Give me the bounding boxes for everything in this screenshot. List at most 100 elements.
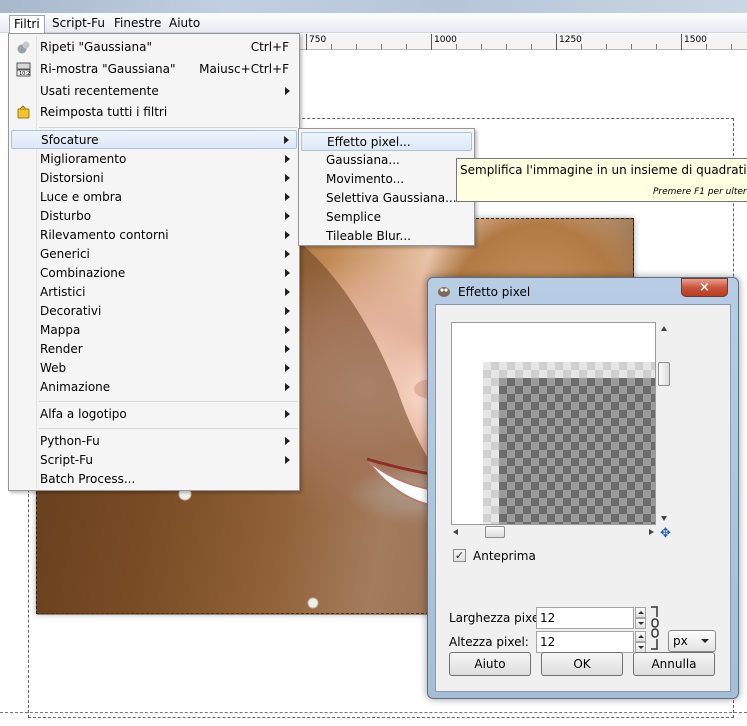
spin-up-icon[interactable] <box>635 631 646 642</box>
scroll-up-icon[interactable] <box>661 326 667 331</box>
menu-item-label: Decorativi <box>40 304 102 318</box>
menu-item-web[interactable]: Web <box>11 359 297 378</box>
ruler-tick <box>606 44 607 49</box>
submenu-arrow-icon <box>285 456 290 464</box>
submenu-item-motion[interactable]: Movimento... <box>301 170 472 189</box>
menu-item-sfocature[interactable]: Sfocature <box>11 130 297 149</box>
menu-item-label: Miglioramento <box>40 152 127 166</box>
submenu-item-label: Selettiva Gaussiana... <box>326 191 457 205</box>
submenu-item-gaussian[interactable]: Gaussiana... <box>301 151 472 170</box>
navigate-icon[interactable]: ✥ <box>660 527 673 540</box>
menu-item-combinazione[interactable]: Combinazione <box>11 264 297 283</box>
submenu-arrow-icon <box>285 345 290 353</box>
preview-vertical-scrollbar[interactable] <box>658 322 671 525</box>
menu-separator <box>39 428 297 429</box>
menu-item-miglioramento[interactable]: Miglioramento <box>11 150 297 169</box>
menu-item-recent[interactable]: Usati recentemente <box>11 82 297 101</box>
menu-item-label: Generici <box>40 247 90 261</box>
menu-item-label: Mappa <box>40 323 81 337</box>
spin-down-icon[interactable] <box>635 618 646 629</box>
menu-item-animazione[interactable]: Animazione <box>11 378 297 397</box>
scroll-right-icon[interactable] <box>649 529 654 535</box>
submenu-arrow-icon <box>285 307 290 315</box>
menu-item-rilevamento-contorni[interactable]: Rilevamento contorni <box>11 226 297 245</box>
height-spinner[interactable] <box>635 631 646 653</box>
submenu-arrow-icon <box>285 155 290 163</box>
ok-button[interactable]: OK <box>541 652 623 676</box>
svg-text:10:2: 10:2 <box>19 71 30 77</box>
menu-filtri[interactable]: Filtri <box>9 15 45 34</box>
submenu-arrow-icon <box>285 437 290 445</box>
ruler-tick <box>706 44 707 49</box>
submenu-item-selective-gaussian[interactable]: Selettiva Gaussiana... <box>301 189 472 208</box>
ruler-tick <box>381 44 382 49</box>
horizontal-ruler: 750 1000 1250 1500 <box>300 34 747 50</box>
menu-item-label: Script-Fu <box>40 453 93 467</box>
width-label: Larghezza pixel: <box>449 611 547 625</box>
submenu-arrow-icon <box>285 212 290 220</box>
blur-submenu: Effetto pixel... Gaussiana... Movimento.… <box>298 128 475 246</box>
menu-item-label: Distorsioni <box>40 171 104 185</box>
menu-script-fu[interactable]: Script-Fu <box>48 15 109 32</box>
menu-item-repeat-filter[interactable]: Ripeti "Gaussiana" Ctrl+F <box>11 38 297 57</box>
menu-item-alfa-a-logotipo[interactable]: Alfa a logotipo <box>11 405 297 424</box>
scroll-thumb[interactable] <box>658 362 670 386</box>
menu-item-generici[interactable]: Generici <box>11 245 297 264</box>
height-field[interactable]: 12 <box>536 631 634 653</box>
scroll-left-icon[interactable] <box>453 529 458 535</box>
tooltip: Semplifica l'immagine in un insieme di q… <box>456 158 747 202</box>
spin-up-icon[interactable] <box>635 607 646 618</box>
submenu-item-simple[interactable]: Semplice <box>301 208 472 227</box>
filters-menu: Ripeti "Gaussiana" Ctrl+F 10:2 Ri-mostra… <box>8 33 300 491</box>
close-button[interactable]: × <box>681 278 728 297</box>
cancel-button[interactable]: Annulla <box>633 652 715 676</box>
menu-item-mappa[interactable]: Mappa <box>11 321 297 340</box>
menu-item-reshow-filter[interactable]: 10:2 Ri-mostra "Gaussiana" Maiusc+Ctrl+F <box>11 60 297 79</box>
menu-item-label: Ri-mostra "Gaussiana" <box>40 62 176 76</box>
width-spinner[interactable] <box>635 607 646 629</box>
submenu-item-tileable-blur[interactable]: Tileable Blur... <box>301 227 472 246</box>
menu-item-batch-process[interactable]: Batch Process... <box>11 470 297 489</box>
ruler-label: 1500 <box>684 35 707 45</box>
menu-item-label: Alfa a logotipo <box>40 407 127 421</box>
width-field[interactable]: 12 <box>536 607 634 629</box>
menu-item-label: Sfocature <box>41 133 99 147</box>
scroll-thumb[interactable] <box>485 526 505 538</box>
preview-checkbox[interactable]: ✓ <box>453 549 466 562</box>
submenu-arrow-icon <box>285 326 290 334</box>
ruler-tick <box>331 44 332 49</box>
submenu-arrow-icon <box>285 250 290 258</box>
menu-aiuto[interactable]: Aiuto <box>165 15 204 32</box>
submenu-item-pixelize[interactable]: Effetto pixel... <box>301 132 472 151</box>
ruler-label: 1250 <box>559 35 582 45</box>
unit-select[interactable]: px <box>668 630 716 652</box>
ruler-tick <box>506 44 507 49</box>
menu-item-luce-e-ombra[interactable]: Luce e ombra <box>11 188 297 207</box>
menu-item-reset-filters[interactable]: Reimposta tutti i filtri <box>11 103 297 122</box>
shortcut-label: Maiusc+Ctrl+F <box>199 62 289 76</box>
scroll-down-icon[interactable] <box>661 516 667 521</box>
menu-item-label: Ripeti "Gaussiana" <box>40 40 152 54</box>
reshow-filter-icon: 10:2 <box>16 62 31 77</box>
preview-horizontal-scrollbar[interactable] <box>451 526 656 539</box>
submenu-arrow-icon <box>285 410 290 418</box>
menu-item-label: Luce e ombra <box>40 190 123 204</box>
menu-item-distorsioni[interactable]: Distorsioni <box>11 169 297 188</box>
menu-item-label: Web <box>40 361 67 375</box>
preview-checker <box>499 378 655 524</box>
menu-item-render[interactable]: Render <box>11 340 297 359</box>
chain-link-icon[interactable] <box>649 605 661 651</box>
menu-item-script-fu[interactable]: Script-Fu <box>11 451 297 470</box>
menu-finestre[interactable]: Finestre <box>110 15 165 32</box>
shortcut-label: Ctrl+F <box>250 40 289 54</box>
menu-item-decorativi[interactable]: Decorativi <box>11 302 297 321</box>
help-button[interactable]: Aiuto <box>449 652 531 676</box>
tooltip-hint: Premere F1 per ulteri <box>653 187 747 197</box>
preview-area[interactable] <box>451 322 656 525</box>
ruler-tick <box>731 44 732 49</box>
menu-item-label: Rilevamento contorni <box>40 228 169 242</box>
menu-item-artistici[interactable]: Artistici <box>11 283 297 302</box>
menu-item-python-fu[interactable]: Python-Fu <box>11 432 297 451</box>
menu-item-disturbo[interactable]: Disturbo <box>11 207 297 226</box>
ruler-label: 750 <box>309 35 327 45</box>
